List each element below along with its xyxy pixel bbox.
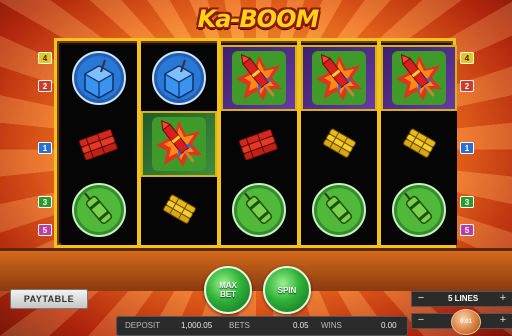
payline-marker-2[interactable]: 2 (460, 80, 474, 92)
bets-label: BETS (229, 321, 250, 330)
reel-symbol-dynamite-bundle (61, 111, 137, 177)
paytable-button[interactable]: PAYTABLE (10, 289, 88, 309)
reel-symbol-dynamite-tube (381, 177, 457, 243)
coin-plus-button[interactable]: + (496, 314, 510, 328)
payline-marker-1[interactable]: 1 (460, 142, 474, 154)
payline-marker-5[interactable]: 5 (38, 224, 52, 236)
reel-area (54, 38, 457, 248)
reel-5 (381, 45, 457, 245)
ground-strip (0, 248, 512, 291)
lines-plus-button[interactable]: + (496, 292, 510, 306)
deposit-value: 1,000.05 (181, 321, 213, 330)
payline-marker-3[interactable]: 3 (460, 196, 474, 208)
reel-symbol-fuse-bundle (381, 111, 457, 177)
reel-symbol-dynamite-bundle (221, 111, 297, 177)
reel-4 (301, 45, 377, 245)
reel-symbol-rocket (221, 45, 297, 111)
reel-symbol-firecracker-box (61, 45, 137, 111)
reel-symbol-dynamite-tube (221, 177, 297, 243)
reel-symbol-dynamite-tube (61, 177, 137, 243)
payline-marker-5[interactable]: 5 (460, 224, 474, 236)
payline-marker-4[interactable]: 4 (460, 52, 474, 64)
reel-divider (217, 41, 221, 245)
reel-symbol-fuse-bundle (141, 177, 217, 243)
reel-symbol-firecracker-box (141, 45, 217, 111)
reel-3 (221, 45, 297, 245)
spin-button[interactable]: SPIN (263, 266, 311, 314)
payline-marker-1[interactable]: 1 (38, 142, 52, 154)
reel-symbol-fuse-bundle (301, 111, 377, 177)
wins-label: WINS (321, 321, 342, 330)
game-title: Ka-BOOM (197, 5, 320, 33)
lines-minus-button[interactable]: − (414, 292, 428, 306)
payline-marker-2[interactable]: 2 (38, 80, 52, 92)
wins-value: 0.00 (381, 321, 397, 330)
reel-divider (377, 41, 381, 245)
game-logo: Ka-BOOM (188, 2, 328, 36)
reel-divider (137, 41, 141, 245)
coin-value-chip[interactable]: 0.01 (451, 309, 481, 335)
reel-symbol-dynamite-tube (301, 177, 377, 243)
reel-1 (61, 45, 137, 245)
info-bar: DEPOSIT 1,000.05 BETS 0.05 WINS 0.00 (116, 316, 408, 336)
max-bet-label: MAX BET (219, 281, 237, 299)
payline-marker-3[interactable]: 3 (38, 196, 52, 208)
reel-symbol-rocket (381, 45, 457, 111)
lines-value: 5 LINES (448, 294, 479, 303)
coin-minus-button[interactable]: − (414, 314, 428, 328)
lines-selector: − 5 LINES + (411, 291, 512, 307)
spin-label: SPIN (277, 285, 297, 295)
bets-value: 0.05 (293, 321, 309, 330)
deposit-label: DEPOSIT (125, 321, 161, 330)
reel-symbol-rocket (141, 111, 217, 177)
max-bet-button[interactable]: MAX BET (204, 266, 252, 314)
reel-divider (297, 41, 301, 245)
coin-value: 0.01 (460, 319, 472, 325)
payline-marker-4[interactable]: 4 (38, 52, 52, 64)
reel-2 (141, 45, 217, 245)
reel-symbol-rocket (301, 45, 377, 111)
